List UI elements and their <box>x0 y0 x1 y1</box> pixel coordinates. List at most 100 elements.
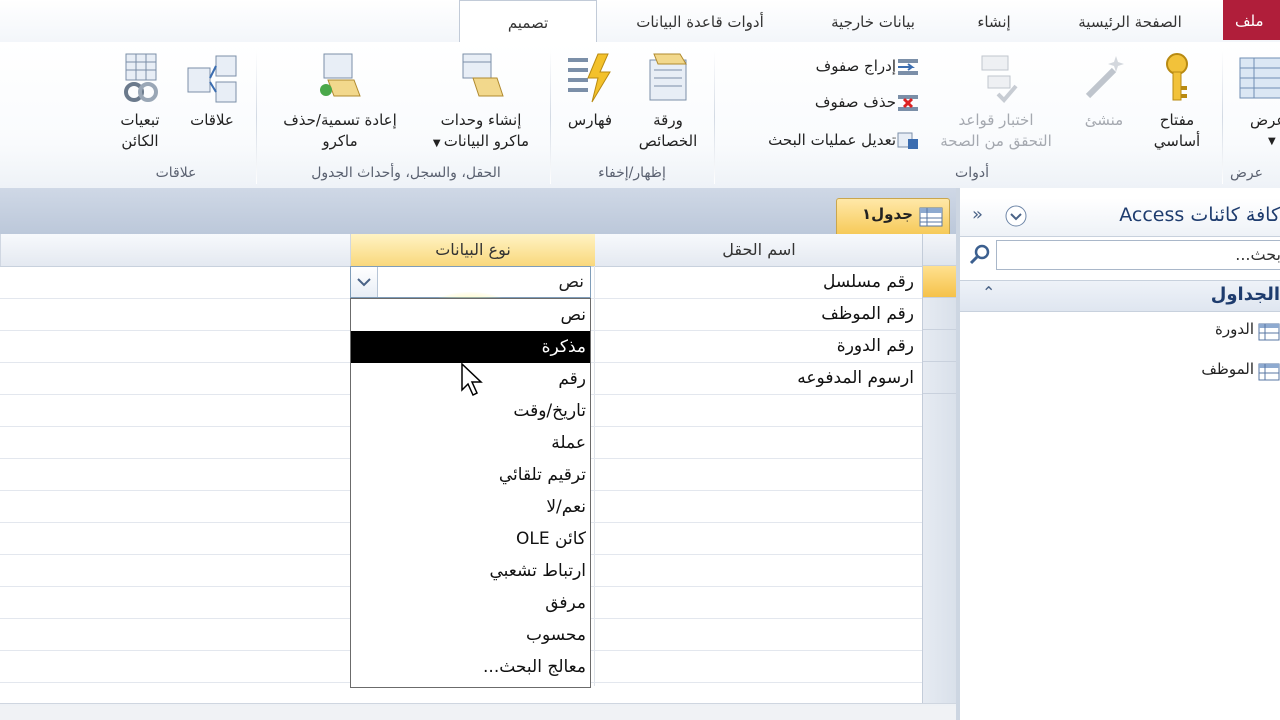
field-name-cell[interactable]: رقم مسلسل <box>614 266 914 298</box>
property-sheet-button[interactable]: ورقة الخصائص <box>628 50 708 152</box>
create-macros-label-2: ▼ ماكرو البيانات <box>432 132 530 150</box>
column-header-field-name: اسم الحقل <box>594 234 923 266</box>
data-type-dropdown-list: نص مذكرة رقم تاريخ/وقت عملة ترقيم تلقائي… <box>350 298 591 688</box>
table-icon <box>1258 321 1280 340</box>
relationships-button[interactable]: علاقات <box>178 50 246 131</box>
column-header-description <box>0 234 351 266</box>
tab-file[interactable]: ملف <box>1223 0 1280 40</box>
row-selector[interactable] <box>923 330 957 362</box>
selector-header <box>923 234 957 266</box>
collapse-pane-icon[interactable]: » <box>972 204 983 225</box>
property-sheet-label-2: الخصائص <box>638 132 698 150</box>
magic-wand-icon <box>1085 56 1124 99</box>
field-name-cell[interactable]: رقم الدورة <box>614 330 914 362</box>
tab-home[interactable]: الصفحة الرئيسية <box>1050 6 1210 38</box>
table-icon <box>919 207 943 227</box>
dropdown-option-hyperlink[interactable]: ارتباط تشعبي <box>351 555 590 587</box>
nav-search-input[interactable]: بحث... <box>996 240 1280 270</box>
test-validation-rules-button[interactable]: اختبار قواعد التحقق من الصحة <box>924 50 1068 152</box>
view-dropdown-arrow-icon: ▼ <box>1268 136 1276 147</box>
delete-rows-icon <box>896 93 920 113</box>
nav-group-title: الجداول <box>1210 284 1280 305</box>
dropdown-option-attachment[interactable]: مرفق <box>351 587 590 619</box>
dropdown-option-ole-object[interactable]: كائن OLE <box>351 523 590 555</box>
design-grid-header: اسم الحقل نوع البيانات <box>0 234 956 267</box>
object-dependencies-icon <box>124 53 158 102</box>
nav-menu-chevron-icon[interactable] <box>1004 204 1028 228</box>
create-data-macros-button[interactable]: إنشاء وحدات ▼ ماكرو البيانات <box>420 50 542 154</box>
validation-icon <box>981 55 1018 103</box>
row-selector-active[interactable] <box>923 266 957 298</box>
indexes-button[interactable]: فهارس <box>556 50 624 131</box>
combo-dropdown-button[interactable] <box>351 267 378 297</box>
group-separator <box>550 50 551 184</box>
group-separator <box>1222 50 1223 184</box>
tab-database-tools[interactable]: أدوات قاعدة البيانات <box>610 6 790 38</box>
view-button[interactable]: عرض ▼ <box>1232 50 1280 152</box>
object-dependencies-button[interactable]: تبعيات الكائن <box>100 50 180 152</box>
modify-lookups-label: تعديل عمليات البحث <box>768 131 896 149</box>
search-icon[interactable] <box>968 242 992 266</box>
delete-rows-button[interactable]: حذف صفوف <box>786 90 920 114</box>
dropdown-option-currency[interactable]: عملة <box>351 427 590 459</box>
tab-create[interactable]: إنشاء <box>958 6 1030 38</box>
nav-item-table-course[interactable]: الدورة <box>1215 314 1280 344</box>
builder-label: منشئ <box>1084 111 1124 129</box>
group-label-view: عرض <box>1230 165 1264 181</box>
rename-delete-macro-button[interactable]: إعادة تسمية/حذف ماكرو <box>264 50 416 152</box>
chevron-down-icon <box>357 278 371 287</box>
document-tab-strip: جدول١ <box>0 188 956 235</box>
field-name-cell[interactable]: ارسوم المدفوعه <box>614 362 914 394</box>
chevron-up-icon[interactable]: ⌃ <box>982 283 995 302</box>
dropdown-option-yes-no[interactable]: نعم/لا <box>351 491 590 523</box>
group-label-tools: أدوات <box>955 165 989 181</box>
nav-item-table-employee[interactable]: الموظف <box>1201 354 1280 384</box>
dropdown-option-lookup-wizard[interactable]: معالج البحث... <box>351 651 590 683</box>
dropdown-option-autonumber[interactable]: ترقيم تلقائي <box>351 459 590 491</box>
row-selector[interactable] <box>923 362 957 394</box>
key-icon <box>1166 53 1188 101</box>
builder-button[interactable]: منشئ <box>1072 50 1136 131</box>
view-label: عرض <box>1250 111 1280 129</box>
group-label-show-hide: إظهار/إخفاء <box>598 165 666 181</box>
combo-value: نص <box>558 272 584 292</box>
dropdown-option-text[interactable]: نص <box>351 299 590 331</box>
relationships-label: علاقات <box>190 111 234 129</box>
dropdown-option-calculated[interactable]: محسوب <box>351 619 590 651</box>
group-separator <box>714 50 715 184</box>
dependencies-label: تبعيات <box>120 111 160 129</box>
insert-rows-button[interactable]: إدراج صفوف <box>786 54 920 78</box>
modify-lookups-button[interactable]: تعديل عمليات البحث <box>724 128 920 152</box>
nav-search-placeholder: بحث... <box>1235 245 1280 264</box>
create-macros-label: إنشاء وحدات <box>440 111 522 129</box>
dropdown-option-date-time[interactable]: تاريخ/وقت <box>351 395 590 427</box>
test-rules-label: اختبار قواعد <box>958 111 1034 129</box>
rename-macro-icon <box>320 53 361 97</box>
primary-key-button[interactable]: مفتاح أساسي <box>1140 50 1214 152</box>
nav-pane-title[interactable]: كافة كائنات Access <box>1119 204 1280 226</box>
group-label-events: الحقل، والسجل، وأحداث الجدول <box>311 165 501 181</box>
row-selector[interactable] <box>923 298 957 330</box>
table-icon <box>1258 361 1280 380</box>
group-label-relationships: علاقات <box>155 165 197 181</box>
tab-design[interactable]: تصميم <box>459 0 597 43</box>
delete-rows-label: حذف صفوف <box>814 93 896 111</box>
relationships-icon <box>187 55 237 103</box>
field-name-cell[interactable]: رقم الموظف <box>614 298 914 330</box>
nav-group-tables[interactable]: الجداول ⌃ <box>960 280 1280 312</box>
indexes-label: فهارس <box>567 111 613 129</box>
dropdown-option-number[interactable]: رقم <box>351 363 590 395</box>
insert-rows-label: إدراج صفوف <box>815 57 896 75</box>
row-selector-column <box>922 234 957 720</box>
test-rules-label-2: التحقق من الصحة <box>940 132 1052 150</box>
group-separator <box>256 50 257 184</box>
document-tab-table1[interactable]: جدول١ <box>836 198 950 235</box>
nav-pane-header[interactable]: كافة كائنات Access » <box>960 198 1280 237</box>
nav-item-label: الدورة <box>1215 320 1254 338</box>
dropdown-option-memo[interactable]: مذكرة <box>351 331 590 363</box>
primary-key-label: مفتاح <box>1159 111 1195 129</box>
modify-lookups-icon <box>896 131 920 151</box>
tab-external-data[interactable]: بيانات خارجية <box>808 6 938 38</box>
primary-key-label-2: أساسي <box>1153 132 1201 150</box>
data-type-combo[interactable]: نص <box>350 266 591 298</box>
